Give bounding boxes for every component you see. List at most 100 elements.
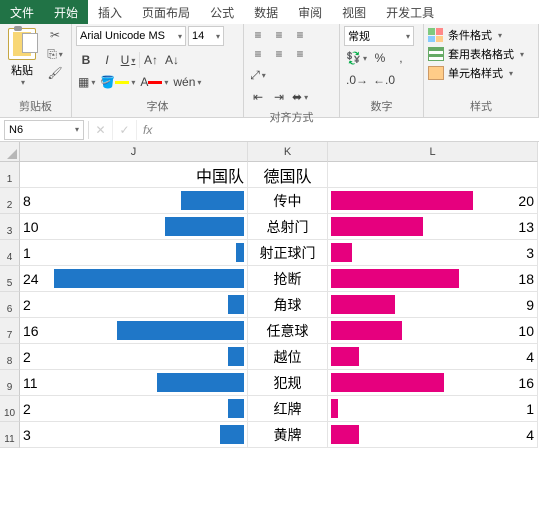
col-header-K[interactable]: K [248,142,328,162]
shrink-font-button[interactable]: A↓ [162,50,182,70]
col-header-J[interactable]: J [20,142,248,162]
tab-home[interactable]: 开始 [44,0,88,24]
tab-review[interactable]: 审阅 [288,0,332,24]
italic-button[interactable]: I [97,50,117,70]
cell-L9[interactable]: 16 [328,370,538,395]
row-header-1[interactable]: 1 [0,162,20,188]
cell-J1[interactable]: 中国队 [20,162,248,187]
cell-L1[interactable] [328,162,538,187]
col-header-L[interactable]: L [328,142,538,162]
conditional-format-button[interactable]: 条件格式▾ [428,26,524,44]
tab-formula[interactable]: 公式 [200,0,244,24]
group-styles-label: 样式 [428,96,534,117]
cell-J10[interactable]: 2 [20,396,248,421]
cell-K10[interactable]: 红牌 [248,396,328,421]
cell-L8[interactable]: 4 [328,344,538,369]
tab-insert[interactable]: 插入 [88,0,132,24]
cell-K5[interactable]: 抢断 [248,266,328,291]
cell-K11[interactable]: 黄牌 [248,422,328,447]
percent-button[interactable]: % [370,48,390,68]
align-right-button[interactable]: ≡ [290,45,310,63]
format-painter-button[interactable]: 🖌 [44,64,66,82]
cell-J2[interactable]: 8 [20,188,248,213]
paste-button[interactable]: 粘贴 ▾ [4,26,40,89]
bold-button[interactable]: B [76,50,96,70]
cell-L4[interactable]: 3 [328,240,538,265]
font-color-button[interactable]: A▾ [138,72,170,92]
row-header-5[interactable]: 5 [0,266,20,292]
cell-L5[interactable]: 18 [328,266,538,291]
tab-file[interactable]: 文件 [0,0,44,24]
row-header-8[interactable]: 8 [0,344,20,370]
cell-J4[interactable]: 1 [20,240,248,265]
enter-icon[interactable]: ✓ [113,120,137,140]
cell-L3[interactable]: 13 [328,214,538,239]
row-header-7[interactable]: 7 [0,318,20,344]
tab-data[interactable]: 数据 [244,0,288,24]
cell-styles-button[interactable]: 单元格样式▾ [428,64,524,82]
cell-J9[interactable]: 11 [20,370,248,395]
cell-L6[interactable]: 9 [328,292,538,317]
cell-L10[interactable]: 1 [328,396,538,421]
border-button[interactable]: ▦▾ [76,72,97,92]
number-format-combo[interactable]: 常规▾ [344,26,414,46]
orientation-button[interactable]: ⤢▾ [248,65,268,85]
category-label: 犯规 [274,373,302,393]
cell-K2[interactable]: 传中 [248,188,328,213]
cell-K3[interactable]: 总射门 [248,214,328,239]
cell-K7[interactable]: 任意球 [248,318,328,343]
cell-K9[interactable]: 犯规 [248,370,328,395]
copy-button[interactable]: ⎘▾ [44,45,66,63]
comma-button[interactable]: , [391,48,411,68]
category-label: 射正球门 [260,243,316,263]
row-header-6[interactable]: 6 [0,292,20,318]
cell-K1[interactable]: 德国队 [248,162,328,187]
fill-color-button[interactable]: 🪣▾ [98,72,137,92]
row-header-11[interactable]: 11 [0,422,20,448]
cell-K6[interactable]: 角球 [248,292,328,317]
cell-J7[interactable]: 16 [20,318,248,343]
indent-button[interactable]: ⇥ [269,87,289,107]
currency-button[interactable]: 💱▾ [344,48,369,68]
tab-view[interactable]: 视图 [332,0,376,24]
font-size-combo[interactable]: 14▾ [188,26,224,46]
cell-J5[interactable]: 24 [20,266,248,291]
tab-dev[interactable]: 开发工具 [376,0,444,24]
name-box[interactable]: N6▾ [4,120,84,140]
row-header-10[interactable]: 10 [0,396,20,422]
grow-font-button[interactable]: A↑ [141,50,161,70]
category-label: 红牌 [274,399,302,419]
align-bottom-button[interactable]: ≡ [290,26,310,44]
inc-decimal-button[interactable]: .0→ [344,70,370,90]
row-header-4[interactable]: 4 [0,240,20,266]
cell-J3[interactable]: 10 [20,214,248,239]
cell-L7[interactable]: 10 [328,318,538,343]
align-top-button[interactable]: ≡ [248,26,268,44]
cell-L2[interactable]: 20 [328,188,538,213]
cell-L11[interactable]: 4 [328,422,538,447]
formula-input[interactable] [158,120,539,140]
row-header-2[interactable]: 2 [0,188,20,214]
underline-button[interactable]: U▾ [118,50,138,70]
cell-J6[interactable]: 2 [20,292,248,317]
merge-button[interactable]: ⬌▾ [290,87,310,107]
cell-K4[interactable]: 射正球门 [248,240,328,265]
row-header-9[interactable]: 9 [0,370,20,396]
align-center-button[interactable]: ≡ [269,45,289,63]
select-all-corner[interactable] [0,142,20,162]
cut-button[interactable]: ✂ [44,26,66,44]
cell-J11[interactable]: 3 [20,422,248,447]
font-name-combo[interactable]: Arial Unicode MS▾ [76,26,186,46]
cell-K8[interactable]: 越位 [248,344,328,369]
cancel-icon[interactable]: ✕ [89,120,113,140]
outdent-button[interactable]: ⇤ [248,87,268,107]
cell-J8[interactable]: 2 [20,344,248,369]
table-format-button[interactable]: 套用表格格式▾ [428,45,524,63]
tab-layout[interactable]: 页面布局 [132,0,200,24]
row-header-3[interactable]: 3 [0,214,20,240]
align-middle-button[interactable]: ≡ [269,26,289,44]
dec-decimal-button[interactable]: ←.0 [371,70,397,90]
align-left-button[interactable]: ≡ [248,45,268,63]
phonetic-button[interactable]: wén▾ [171,72,203,92]
fx-icon[interactable]: fx [137,123,158,137]
